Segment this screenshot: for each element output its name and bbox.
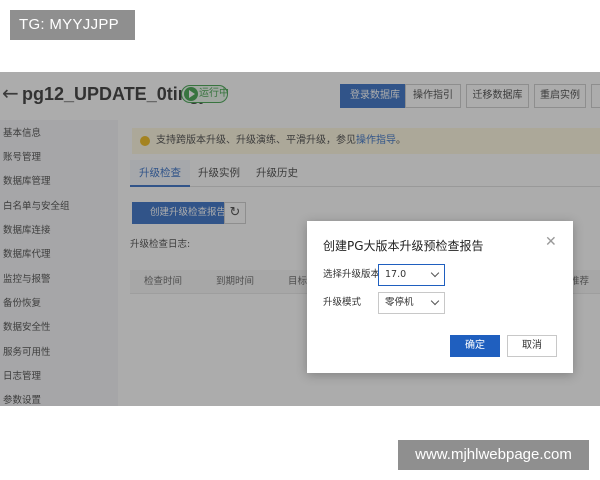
watermark-bottom-right: www.mjhlwebpage.com: [398, 440, 589, 470]
chevron-down-icon: [430, 296, 440, 306]
mode-select[interactable]: 零停机: [378, 292, 445, 314]
dialog-title: 创建PG大版本升级预检查报告: [323, 239, 484, 253]
close-icon[interactable]: ✕: [545, 235, 557, 249]
version-value: 17.0: [385, 269, 407, 280]
version-select[interactable]: 17.0: [378, 264, 445, 286]
cancel-button[interactable]: 取消: [507, 335, 557, 357]
upgrade-check-dialog: 创建PG大版本升级预检查报告 ✕ 选择升级版本: 17.0 升级模式 零停机 确…: [307, 221, 573, 373]
mode-value: 零停机: [385, 297, 414, 308]
confirm-button[interactable]: 确定: [450, 335, 500, 357]
mode-label: 升级模式: [323, 297, 362, 308]
watermark-top-left: TG: MYYJJPP: [10, 10, 135, 40]
version-label: 选择升级版本:: [323, 269, 384, 280]
chevron-down-icon: [430, 268, 440, 278]
